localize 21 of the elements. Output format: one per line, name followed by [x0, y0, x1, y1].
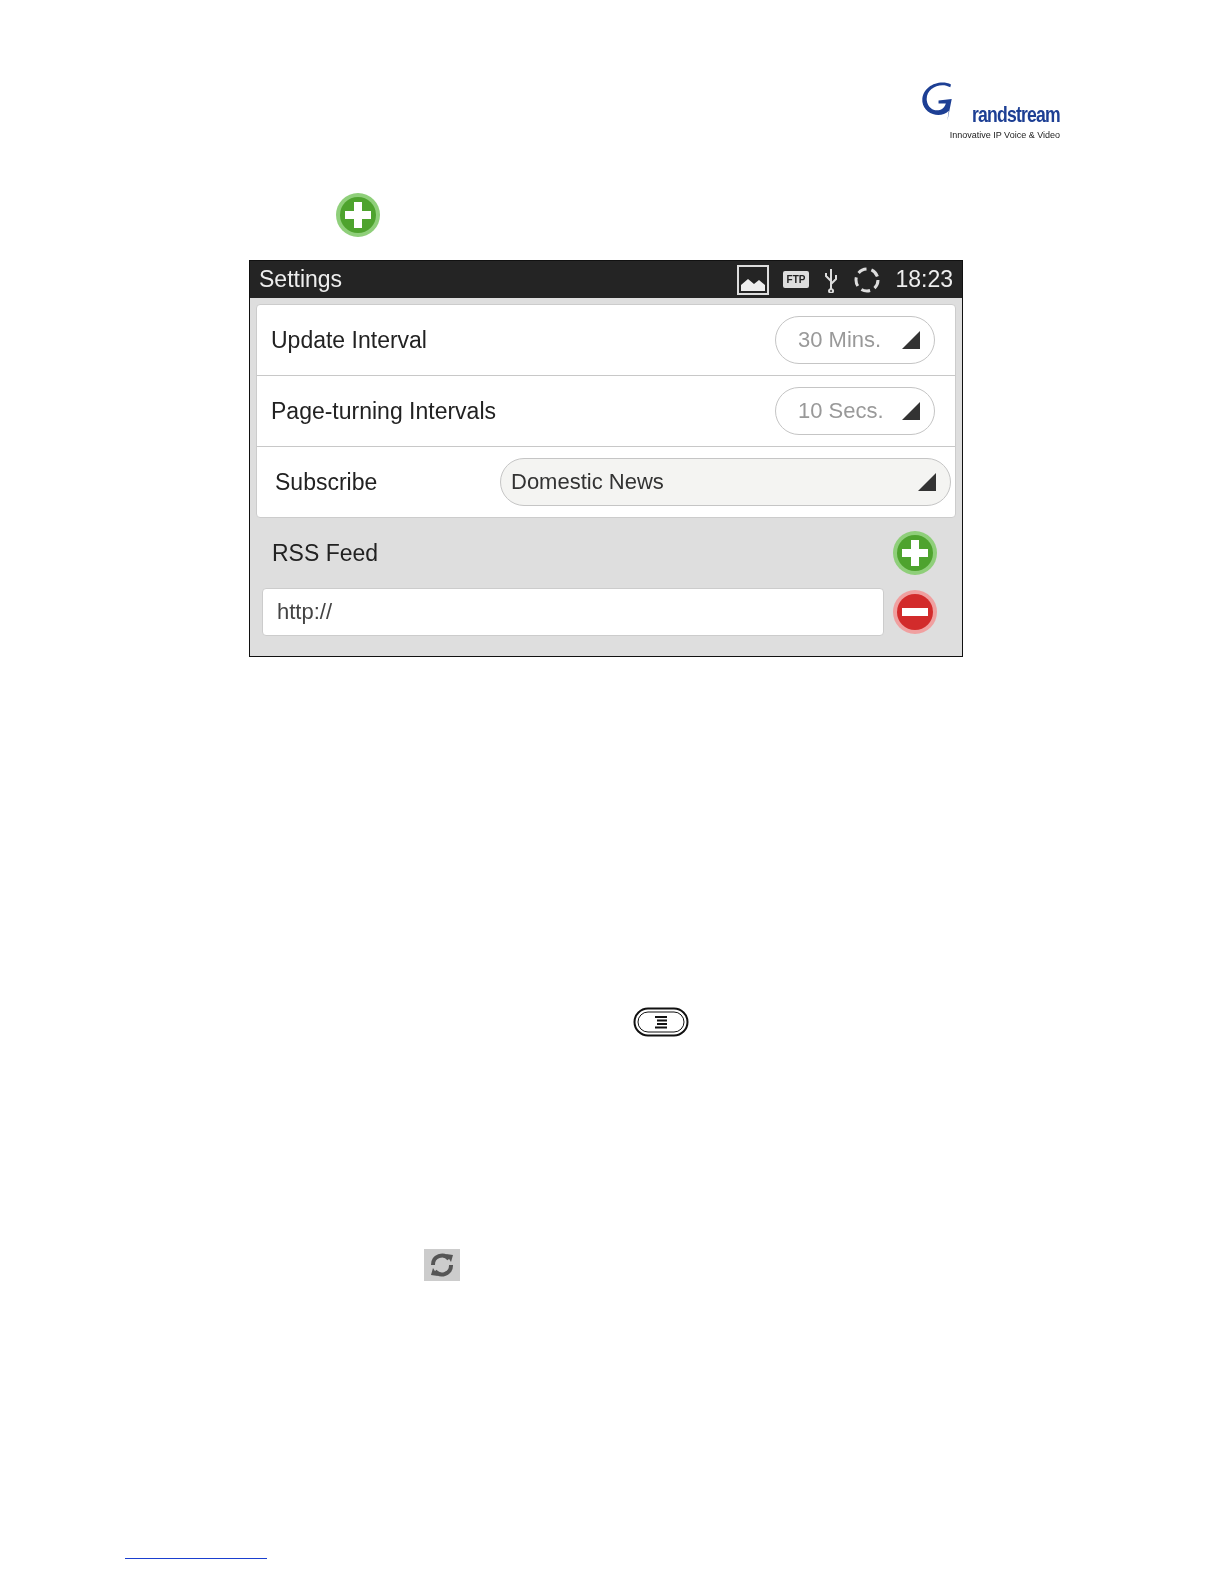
screen-title: Settings	[259, 266, 344, 293]
sync-icon	[853, 265, 882, 294]
add-feed-icon[interactable]	[892, 530, 938, 576]
usb-icon	[823, 266, 840, 293]
setting-label: Subscribe	[274, 468, 379, 496]
dropdown-triangle-icon	[902, 331, 920, 349]
add-icon[interactable]	[335, 192, 381, 238]
menu-key-icon	[633, 1007, 689, 1037]
clock-time: 18:23	[895, 266, 953, 293]
dropdown-triangle-icon	[918, 473, 936, 491]
url-field[interactable]: http://	[262, 588, 884, 636]
setting-label: Update Interval	[271, 326, 428, 354]
dropdown[interactable]: Domestic News	[500, 458, 951, 506]
logo: randstream Innovative IP Voice & Video	[918, 78, 1060, 148]
refresh-icon[interactable]	[424, 1249, 460, 1281]
dropdown-triangle-icon	[902, 402, 920, 420]
setting-label: Page-turning Intervals	[271, 397, 497, 425]
ftp-icon: FTP	[782, 271, 810, 288]
remove-icon[interactable]	[892, 589, 938, 635]
section-label: RSS Feed	[272, 539, 380, 567]
image-icon	[736, 264, 769, 295]
